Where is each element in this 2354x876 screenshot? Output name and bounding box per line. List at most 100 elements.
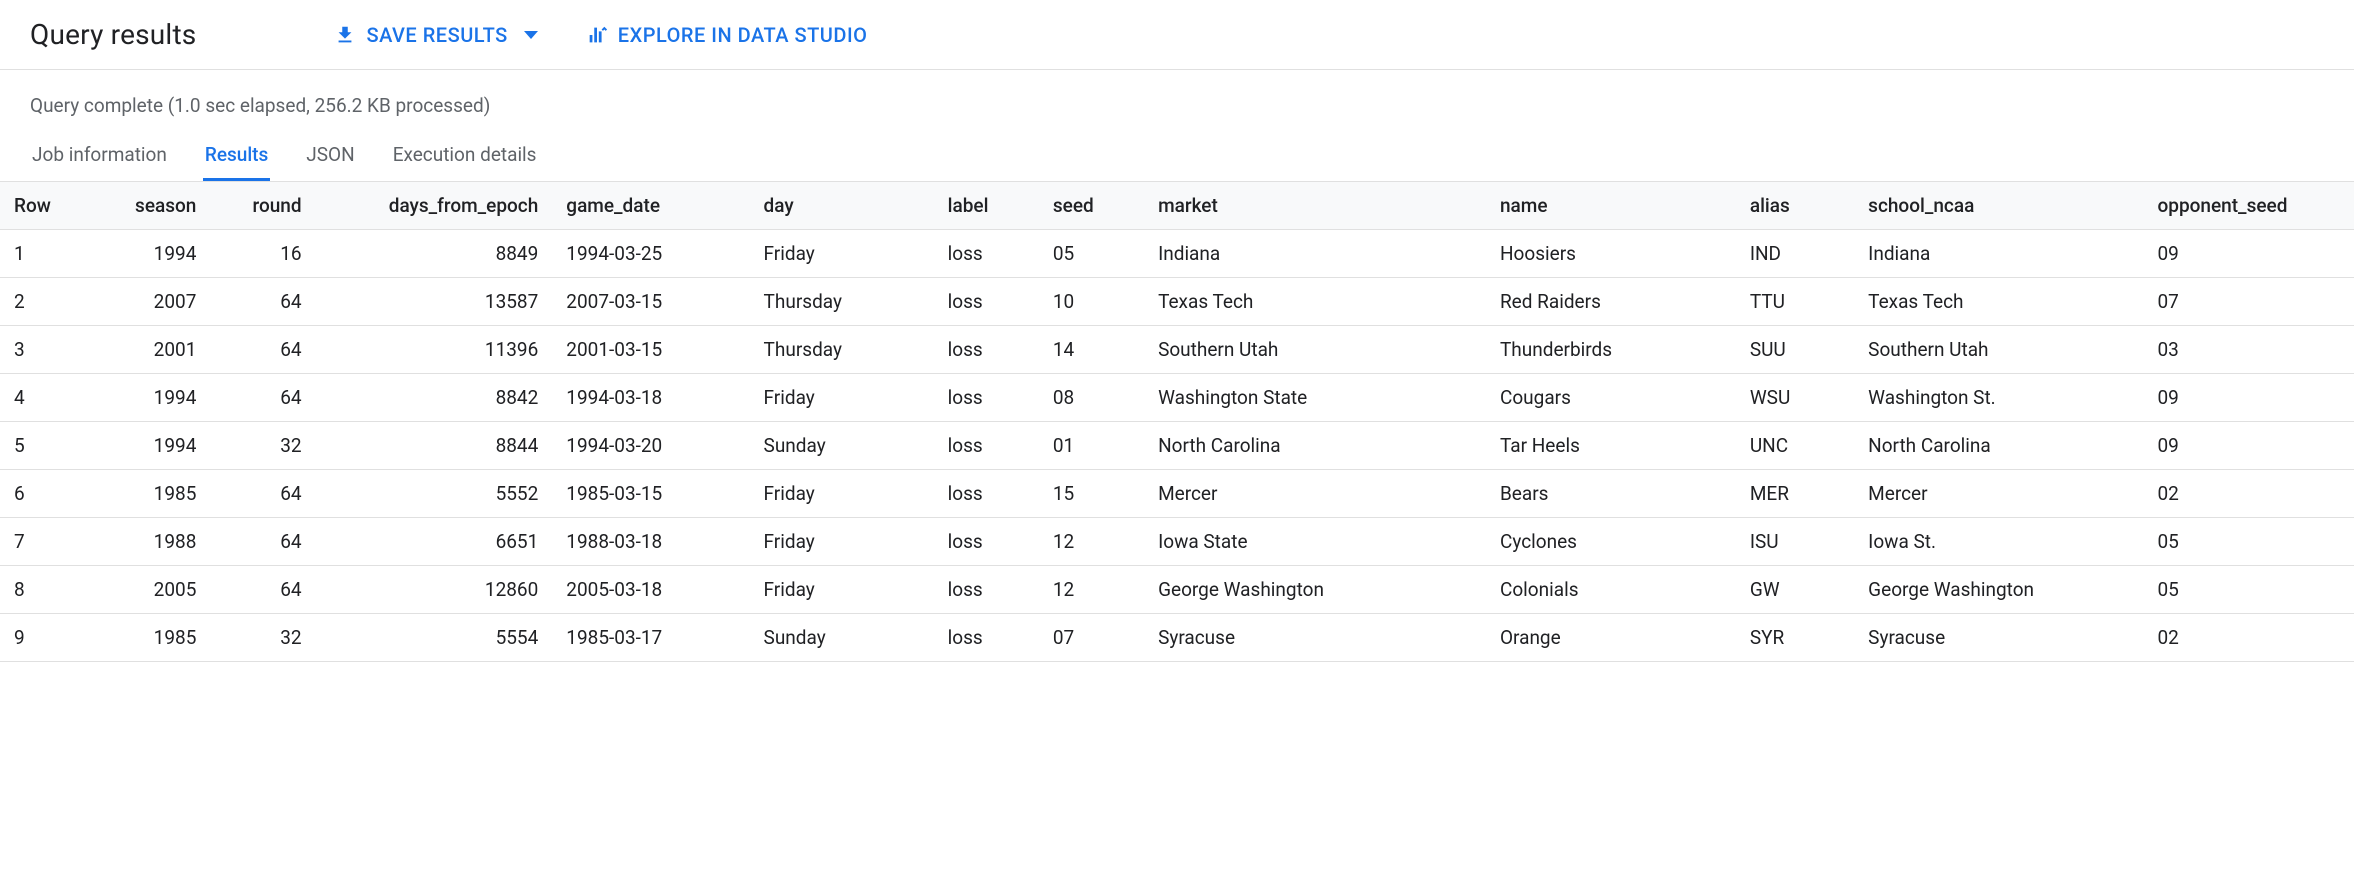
col-header-seed[interactable]: seed (1039, 182, 1144, 230)
chevron-down-icon (524, 31, 538, 39)
col-header-season[interactable]: season (92, 182, 210, 230)
col-header-day[interactable]: day (750, 182, 934, 230)
cell-label: loss (934, 326, 1039, 374)
col-header-label[interactable]: label (934, 182, 1039, 230)
cell-row: 7 (0, 518, 92, 566)
page-title: Query results (30, 18, 196, 51)
table-header-row: Row season round days_from_epoch game_da… (0, 182, 2354, 230)
cell-name: Bears (1486, 470, 1736, 518)
cell-name: Thunderbirds (1486, 326, 1736, 374)
col-header-days-from-epoch[interactable]: days_from_epoch (316, 182, 553, 230)
cell-opponent_seed: 05 (2143, 566, 2354, 614)
cell-game_date: 1994-03-18 (552, 374, 749, 422)
cell-round: 32 (210, 614, 315, 662)
cell-round: 64 (210, 470, 315, 518)
cell-season: 2001 (92, 326, 210, 374)
cell-school_ncaa: Syracuse (1854, 614, 2143, 662)
cell-alias: UNC (1736, 422, 1854, 470)
col-header-game-date[interactable]: game_date (552, 182, 749, 230)
cell-alias: IND (1736, 230, 1854, 278)
cell-label: loss (934, 278, 1039, 326)
cell-name: Red Raiders (1486, 278, 1736, 326)
table-row[interactable]: 619856455521985-03-15Fridayloss15MercerB… (0, 470, 2354, 518)
cell-market: George Washington (1144, 566, 1486, 614)
cell-row: 9 (0, 614, 92, 662)
cell-label: loss (934, 230, 1039, 278)
cell-row: 2 (0, 278, 92, 326)
result-tabs: Job information Results JSON Execution d… (0, 135, 2354, 182)
col-header-market[interactable]: market (1144, 182, 1486, 230)
cell-game_date: 1994-03-20 (552, 422, 749, 470)
cell-market: Texas Tech (1144, 278, 1486, 326)
cell-row: 1 (0, 230, 92, 278)
cell-opponent_seed: 02 (2143, 614, 2354, 662)
cell-school_ncaa: Mercer (1854, 470, 2143, 518)
cell-seed: 08 (1039, 374, 1144, 422)
table-row[interactable]: 119941688491994-03-25Fridayloss05Indiana… (0, 230, 2354, 278)
tab-job-information[interactable]: Job information (30, 135, 169, 181)
cell-season: 1985 (92, 470, 210, 518)
cell-label: loss (934, 566, 1039, 614)
cell-alias: SUU (1736, 326, 1854, 374)
cell-school_ncaa: George Washington (1854, 566, 2143, 614)
cell-round: 16 (210, 230, 315, 278)
col-header-school-ncaa[interactable]: school_ncaa (1854, 182, 2143, 230)
table-row[interactable]: 419946488421994-03-18Fridayloss08Washing… (0, 374, 2354, 422)
cell-alias: TTU (1736, 278, 1854, 326)
cell-season: 1994 (92, 422, 210, 470)
table-row[interactable]: 8200564128602005-03-18Fridayloss12George… (0, 566, 2354, 614)
cell-alias: ISU (1736, 518, 1854, 566)
cell-day: Friday (750, 566, 934, 614)
cell-school_ncaa: Iowa St. (1854, 518, 2143, 566)
cell-season: 1988 (92, 518, 210, 566)
download-icon (334, 24, 356, 46)
cell-round: 64 (210, 326, 315, 374)
chart-icon (586, 24, 608, 46)
col-header-name[interactable]: name (1486, 182, 1736, 230)
cell-school_ncaa: Southern Utah (1854, 326, 2143, 374)
table-row[interactable]: 519943288441994-03-20Sundayloss01North C… (0, 422, 2354, 470)
cell-market: Syracuse (1144, 614, 1486, 662)
cell-opponent_seed: 07 (2143, 278, 2354, 326)
cell-season: 1994 (92, 230, 210, 278)
cell-row: 6 (0, 470, 92, 518)
cell-days_from_epoch: 12860 (316, 566, 553, 614)
cell-alias: WSU (1736, 374, 1854, 422)
cell-seed: 14 (1039, 326, 1144, 374)
cell-alias: SYR (1736, 614, 1854, 662)
explore-data-studio-button[interactable]: EXPLORE IN DATA STUDIO (586, 23, 868, 47)
table-row[interactable]: 3200164113962001-03-15Thursdayloss14Sout… (0, 326, 2354, 374)
cell-market: Southern Utah (1144, 326, 1486, 374)
cell-day: Friday (750, 374, 934, 422)
tab-json[interactable]: JSON (304, 135, 356, 181)
cell-game_date: 1985-03-17 (552, 614, 749, 662)
table-row[interactable]: 919853255541985-03-17Sundayloss07Syracus… (0, 614, 2354, 662)
col-header-opponent-seed[interactable]: opponent_seed (2143, 182, 2354, 230)
cell-seed: 12 (1039, 518, 1144, 566)
cell-game_date: 1985-03-15 (552, 470, 749, 518)
cell-label: loss (934, 518, 1039, 566)
cell-name: Colonials (1486, 566, 1736, 614)
table-row[interactable]: 2200764135872007-03-15Thursdayloss10Texa… (0, 278, 2354, 326)
cell-game_date: 1994-03-25 (552, 230, 749, 278)
cell-seed: 05 (1039, 230, 1144, 278)
cell-opponent_seed: 09 (2143, 374, 2354, 422)
tab-results[interactable]: Results (203, 135, 270, 181)
cell-label: loss (934, 614, 1039, 662)
cell-row: 3 (0, 326, 92, 374)
explore-label: EXPLORE IN DATA STUDIO (618, 23, 868, 47)
cell-opponent_seed: 09 (2143, 230, 2354, 278)
cell-label: loss (934, 374, 1039, 422)
cell-market: Mercer (1144, 470, 1486, 518)
table-row[interactable]: 719886466511988-03-18Fridayloss12Iowa St… (0, 518, 2354, 566)
col-header-row[interactable]: Row (0, 182, 92, 230)
save-results-button[interactable]: SAVE RESULTS (334, 23, 537, 47)
col-header-round[interactable]: round (210, 182, 315, 230)
cell-school_ncaa: Texas Tech (1854, 278, 2143, 326)
col-header-alias[interactable]: alias (1736, 182, 1854, 230)
cell-name: Cyclones (1486, 518, 1736, 566)
cell-seed: 07 (1039, 614, 1144, 662)
cell-label: loss (934, 422, 1039, 470)
cell-season: 1994 (92, 374, 210, 422)
tab-execution-details[interactable]: Execution details (391, 135, 539, 181)
